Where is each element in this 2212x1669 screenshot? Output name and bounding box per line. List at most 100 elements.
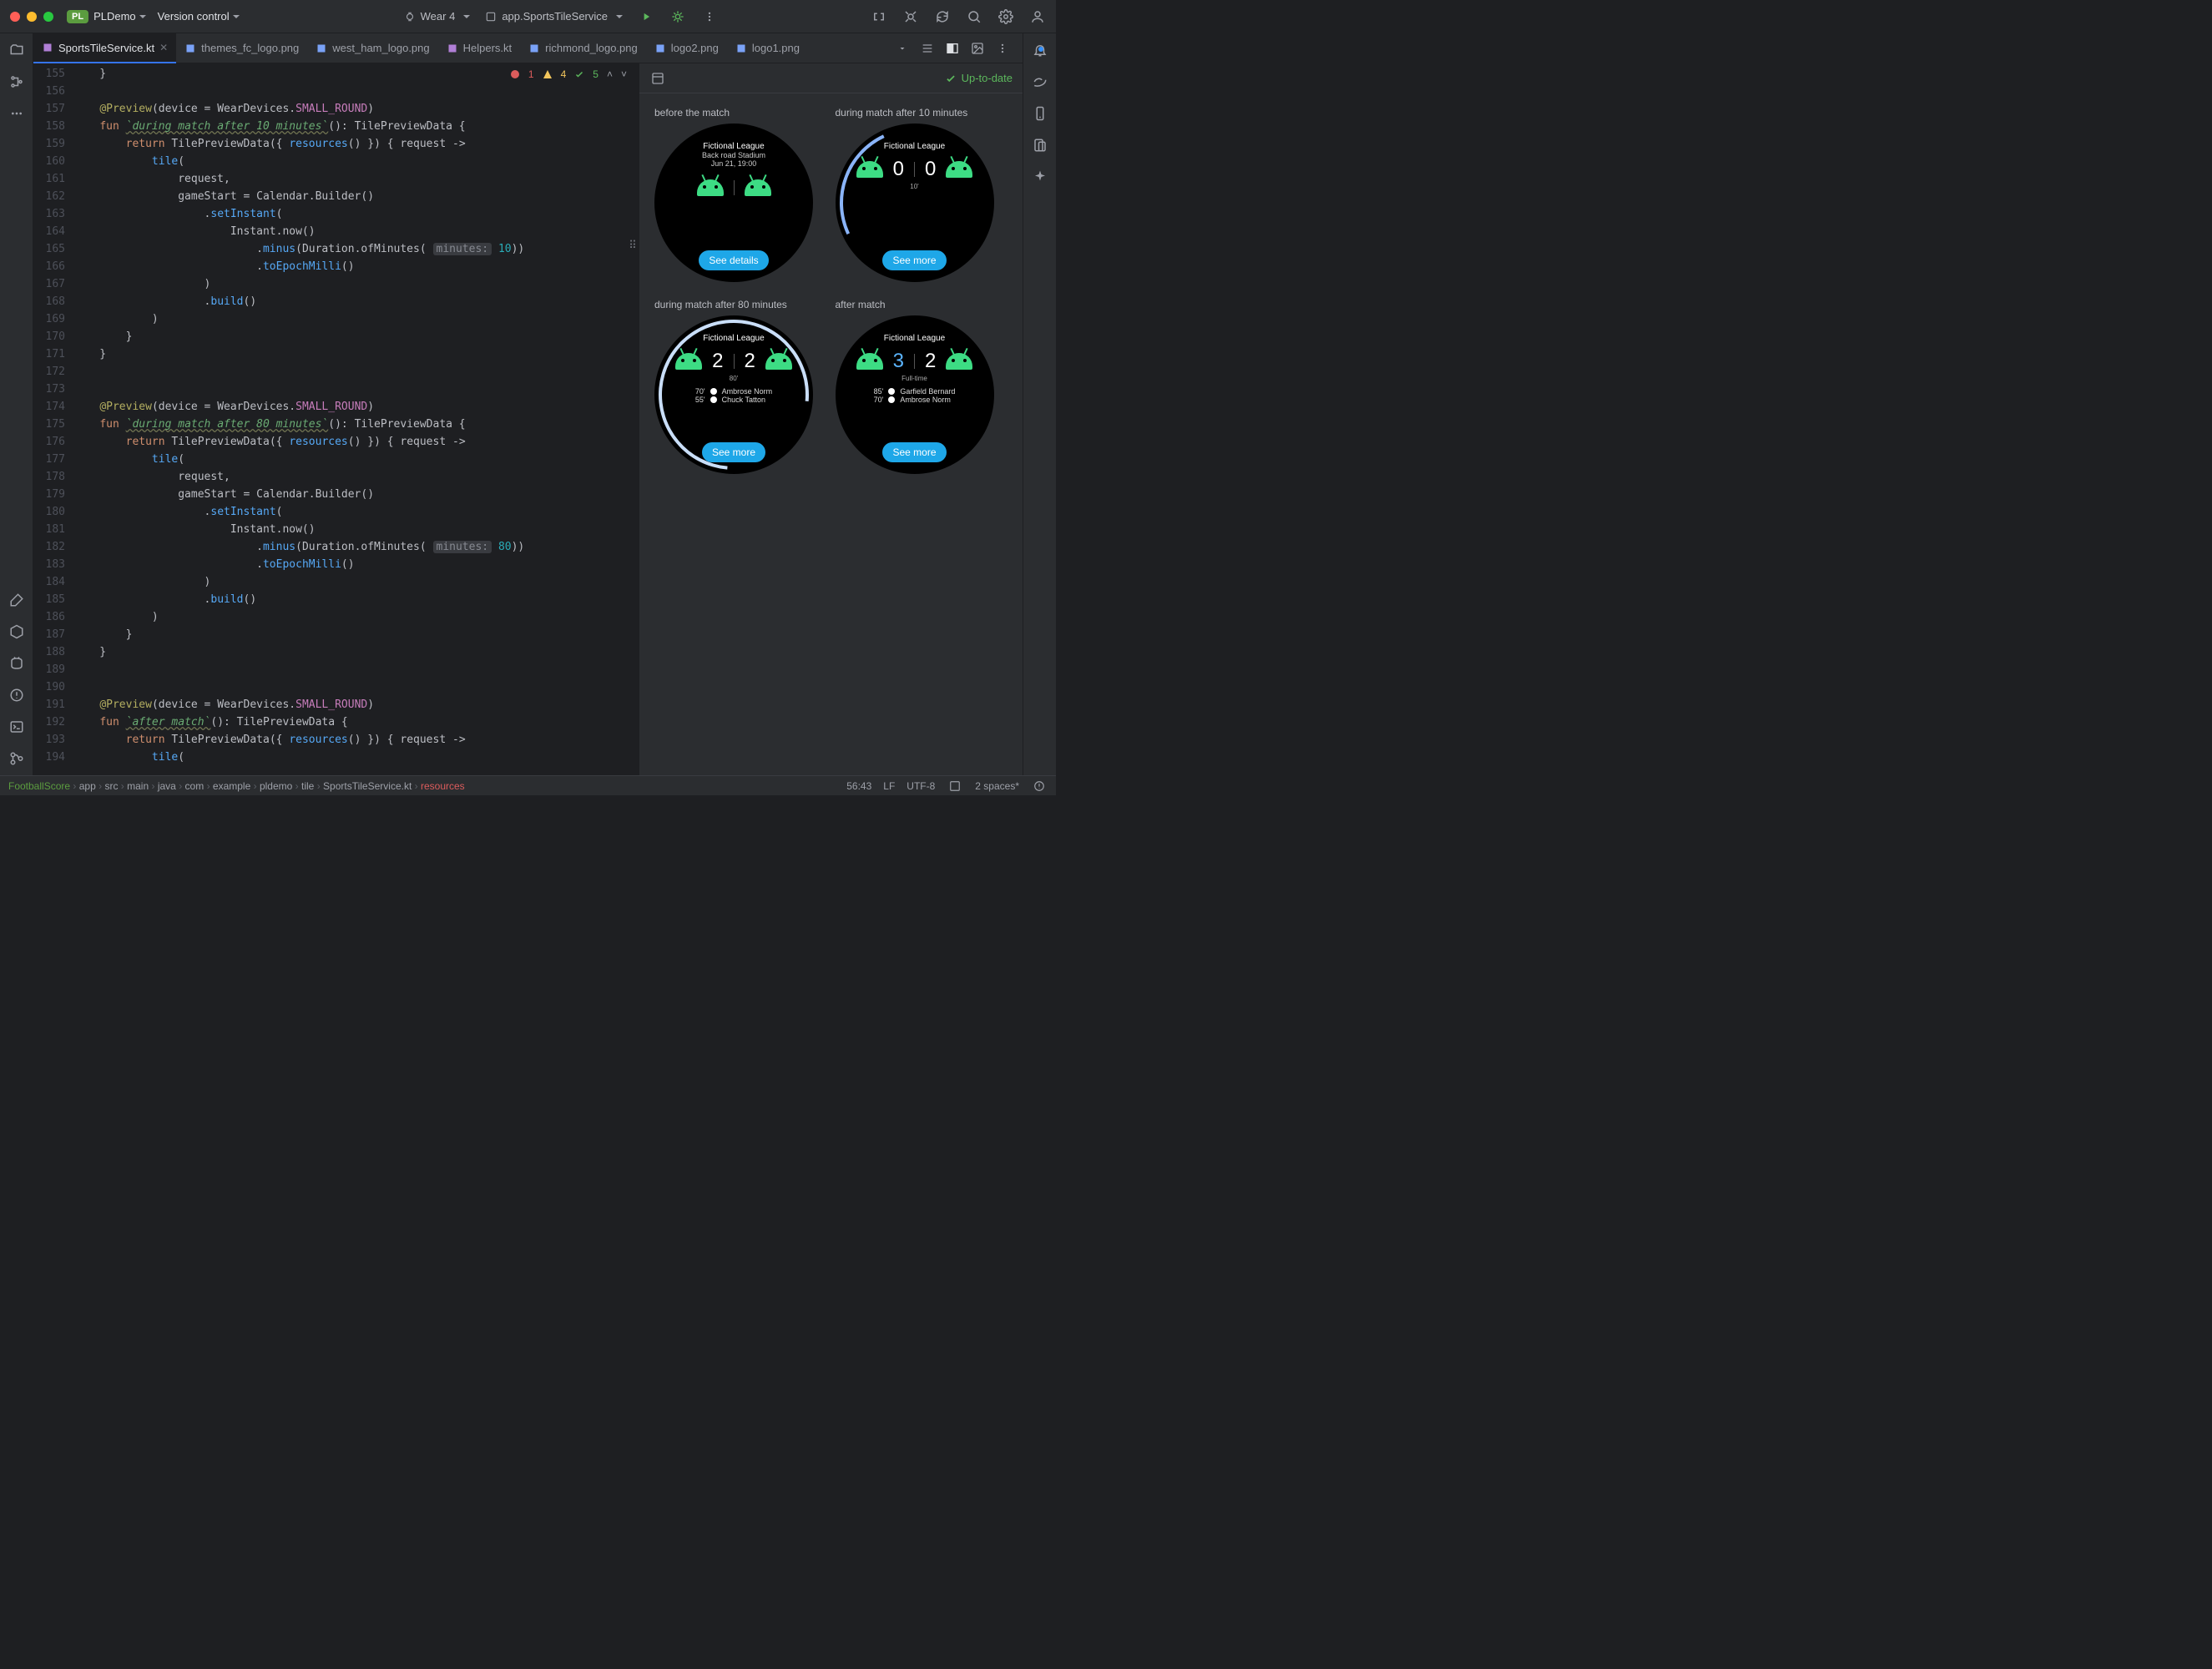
inspections-widget[interactable]: 1 4 5 ˄ ˅ xyxy=(507,67,630,82)
more-tools-icon[interactable] xyxy=(8,105,25,122)
list-view-icon[interactable] xyxy=(919,40,936,57)
preview-item: before the matchFictional LeagueBack roa… xyxy=(654,107,827,282)
close-tab-icon[interactable]: ✕ xyxy=(159,42,168,53)
stadium-label: Back road Stadium xyxy=(702,151,765,159)
editor-tab[interactable]: Helpers.kt xyxy=(438,33,521,63)
see-more-button[interactable]: See more xyxy=(702,442,765,462)
project-badge[interactable]: PL xyxy=(67,10,88,23)
preview-status: Up-to-date xyxy=(945,72,1013,84)
device-selector[interactable]: Wear 4 xyxy=(404,8,471,25)
structure-tool-icon[interactable] xyxy=(8,73,25,90)
run-button[interactable] xyxy=(638,8,654,25)
tab-label: logo2.png xyxy=(671,42,719,54)
tab-label: Helpers.kt xyxy=(463,42,513,54)
image-file-icon xyxy=(654,43,666,54)
device-name: Wear 4 xyxy=(421,10,456,23)
kotlin-file-icon xyxy=(447,43,458,54)
split-view-icon[interactable] xyxy=(944,40,961,57)
split-drag-handle[interactable]: ⠿ xyxy=(627,239,639,252)
inspect-tool-icon[interactable] xyxy=(8,623,25,640)
gradle-icon[interactable] xyxy=(1032,73,1048,90)
status-more-icon[interactable] xyxy=(1031,778,1048,794)
vcs-menu[interactable]: Version control xyxy=(158,10,240,23)
preview-item: after match Fictional League32Full-time85… xyxy=(836,299,1008,474)
editor-tabs: SportsTileService.kt ✕ themes_fc_logo.png w… xyxy=(33,33,1023,63)
image-file-icon xyxy=(316,43,327,54)
preview-item: during match after 80 minutes Fictional L… xyxy=(654,299,827,474)
build-tool-icon[interactable] xyxy=(8,592,25,608)
device-manager-icon[interactable] xyxy=(1032,105,1048,122)
next-highlight-icon[interactable]: ˅ xyxy=(621,68,627,80)
watch-preview[interactable]: Fictional League0010'See more xyxy=(836,124,994,282)
preview-label: during match after 10 minutes xyxy=(836,107,968,118)
terminal-tool-icon[interactable] xyxy=(8,719,25,735)
sync-icon[interactable] xyxy=(934,8,951,25)
code-with-me-icon[interactable] xyxy=(871,8,887,25)
weak-count: 5 xyxy=(593,68,598,80)
image-file-icon xyxy=(528,43,540,54)
project-tool-icon[interactable] xyxy=(8,42,25,58)
design-view-icon[interactable] xyxy=(969,40,986,57)
settings-icon[interactable] xyxy=(997,8,1014,25)
search-icon[interactable] xyxy=(966,8,982,25)
kotlin-file-icon xyxy=(42,42,53,53)
readonly-icon[interactable] xyxy=(947,778,963,794)
match-time: Full-time xyxy=(901,375,927,382)
breadcrumb[interactable]: FootballScore › app › src › main › java … xyxy=(8,780,465,792)
debug-button[interactable] xyxy=(669,8,686,25)
problems-tool-icon[interactable] xyxy=(8,687,25,703)
account-icon[interactable] xyxy=(1029,8,1046,25)
see-more-button[interactable]: See more xyxy=(882,250,946,270)
run-config-selector[interactable]: app.SportsTileService xyxy=(485,8,623,25)
preview-item: during match after 10 minutes Fictional L… xyxy=(836,107,1008,282)
watch-preview[interactable]: Fictional LeagueBack road StadiumJun 21,… xyxy=(654,124,813,282)
titlebar: PL PLDemo Version control Wear 4 app.Spo… xyxy=(0,0,1056,33)
tab-dropdown-icon[interactable] xyxy=(894,40,911,57)
editor-tab[interactable]: logo1.png xyxy=(727,33,808,63)
running-devices-icon[interactable] xyxy=(1032,137,1048,154)
see-more-button[interactable]: See more xyxy=(882,442,946,462)
file-encoding[interactable]: UTF-8 xyxy=(907,780,935,792)
editor-tab[interactable]: themes_fc_logo.png xyxy=(176,33,307,63)
image-file-icon xyxy=(184,43,196,54)
prev-highlight-icon[interactable]: ˄ xyxy=(607,68,613,80)
tab-label: richmond_logo.png xyxy=(545,42,638,54)
editor-tab[interactable]: logo2.png xyxy=(646,33,727,63)
editor-tab[interactable]: richmond_logo.png xyxy=(520,33,646,63)
warning-icon xyxy=(543,69,553,79)
error-count: 1 xyxy=(528,68,534,80)
zoom-window[interactable] xyxy=(43,12,53,22)
close-window[interactable] xyxy=(10,12,20,22)
preview-surface-icon[interactable] xyxy=(649,70,666,87)
notifications-icon[interactable] xyxy=(1032,42,1048,58)
indent-info[interactable]: 2 spaces* xyxy=(975,780,1019,792)
updates-icon[interactable] xyxy=(902,8,919,25)
code-editor[interactable]: 1551561571581591601611621631641651661671… xyxy=(33,63,639,775)
watch-icon xyxy=(404,11,416,23)
watch-preview[interactable]: Fictional League2280'70'Ambrose Norm55'C… xyxy=(654,315,813,474)
minimize-window[interactable] xyxy=(27,12,37,22)
editor-tab[interactable]: west_ham_logo.png xyxy=(307,33,437,63)
caret-position[interactable]: 56:43 xyxy=(846,780,871,792)
line-separator[interactable]: LF xyxy=(883,780,895,792)
window-controls xyxy=(10,12,53,22)
watch-preview[interactable]: Fictional League32Full-time85'Garfield B… xyxy=(836,315,994,474)
preview-label: during match after 80 minutes xyxy=(654,299,787,310)
tab-label: logo1.png xyxy=(752,42,800,54)
project-name[interactable]: PLDemo xyxy=(93,10,146,23)
ai-assistant-icon[interactable] xyxy=(1032,169,1048,185)
warning-count: 4 xyxy=(561,68,567,80)
tab-label: west_ham_logo.png xyxy=(332,42,429,54)
more-actions[interactable] xyxy=(701,8,718,25)
vcs-tool-icon[interactable] xyxy=(8,750,25,767)
statusbar: FootballScore › app › src › main › java … xyxy=(0,775,1056,795)
date-label: Jun 21, 19:00 xyxy=(711,159,757,168)
right-tool-rail xyxy=(1023,33,1056,775)
see-more-button[interactable]: See details xyxy=(699,250,768,270)
tab-label: SportsTileService.kt xyxy=(58,42,154,54)
preview-label: after match xyxy=(836,299,886,310)
tab-more-icon[interactable] xyxy=(994,40,1011,57)
logcat-tool-icon[interactable] xyxy=(8,655,25,672)
tile-icon xyxy=(485,11,497,23)
editor-tab[interactable]: SportsTileService.kt ✕ xyxy=(33,33,176,63)
